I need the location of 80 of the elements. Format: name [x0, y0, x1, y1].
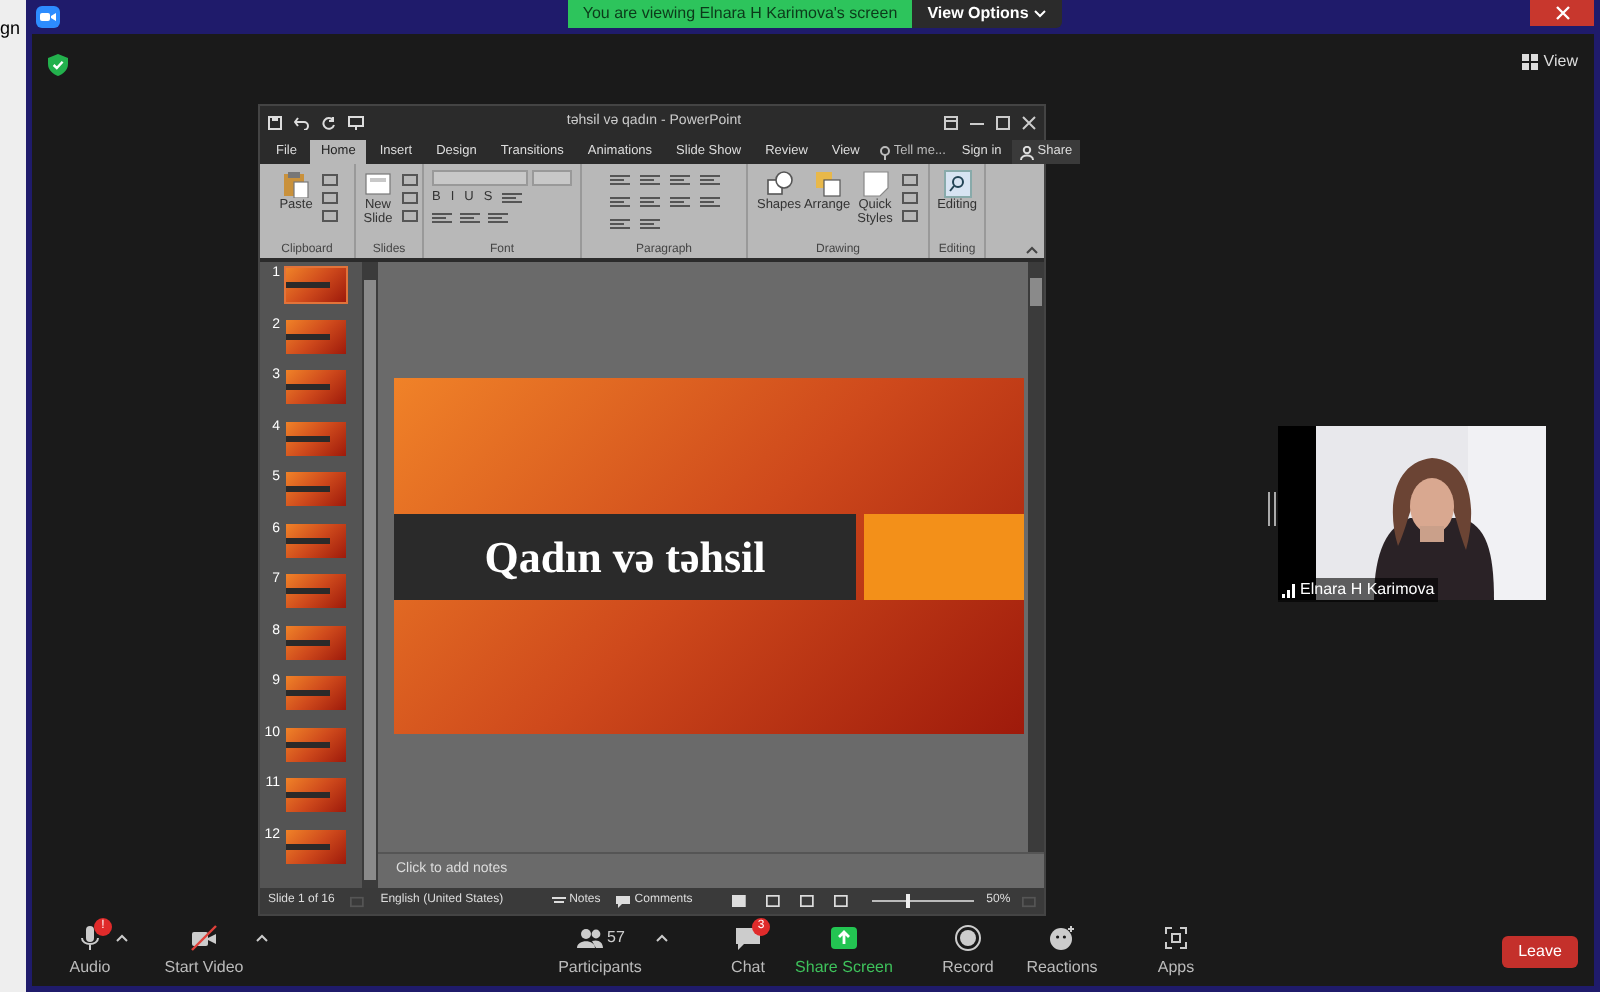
lightbulb-icon	[879, 145, 890, 159]
toolbar-button[interactable]: Apps	[1136, 924, 1216, 980]
paragraph-icon[interactable]	[699, 174, 719, 186]
leave-button[interactable]: Leave	[1502, 936, 1578, 968]
scrollbar[interactable]	[1028, 262, 1044, 852]
font-size-field[interactable]	[532, 170, 572, 186]
new-slide-icon	[364, 170, 392, 198]
signal-icon	[1282, 583, 1296, 597]
maximize-icon[interactable]	[996, 115, 1010, 129]
apps-icon	[1162, 924, 1190, 952]
toolbar-button[interactable]: Record	[928, 924, 1008, 980]
close-button[interactable]	[1530, 0, 1594, 26]
speech-bubble-icon	[734, 924, 762, 952]
paragraph-icon[interactable]	[609, 218, 629, 230]
redo-icon[interactable]	[322, 115, 336, 129]
toolbar-button[interactable]: 57 Participants	[540, 924, 660, 980]
camera-logo-icon	[36, 6, 60, 28]
slide-thumbnail[interactable]	[284, 674, 348, 712]
caret-icon[interactable]	[256, 934, 268, 942]
scrollbar[interactable]	[362, 262, 378, 888]
notes-icon	[551, 896, 566, 906]
normal-view-icon[interactable]	[732, 894, 747, 908]
paragraph-icon[interactable]	[639, 174, 659, 186]
paragraph-icon[interactable]	[699, 196, 719, 208]
paragraph-icon[interactable]	[639, 218, 659, 230]
camera-off-icon	[190, 924, 218, 952]
slide-thumbnail[interactable]	[284, 368, 348, 406]
shield-icon	[48, 54, 68, 76]
person-icon	[1019, 145, 1034, 159]
toolbar-button[interactable]: Start Video	[148, 924, 260, 980]
paragraph-icon[interactable]	[669, 174, 689, 186]
slide-thumbnail[interactable]	[284, 572, 348, 610]
spacing-icon[interactable]	[502, 192, 523, 205]
collapse-icon[interactable]	[1026, 246, 1038, 254]
search-icon	[943, 170, 971, 198]
font-name-field[interactable]	[432, 170, 528, 186]
toolbar-button[interactable]: Share Screen	[788, 924, 900, 980]
styles-icon	[861, 170, 889, 198]
clipboard-icon	[282, 170, 310, 198]
resize-handle-icon[interactable]	[1268, 492, 1276, 526]
save-icon[interactable]	[268, 115, 282, 129]
comment-icon	[616, 895, 631, 907]
caret-icon	[1034, 10, 1047, 18]
close-icon[interactable]	[1022, 115, 1036, 129]
smiley-icon	[1048, 924, 1076, 952]
slide-thumbnail[interactable]	[284, 470, 348, 508]
slide-thumbnail[interactable]	[284, 419, 348, 457]
view-options-button[interactable]: View Options	[912, 0, 1062, 28]
paragraph-icon[interactable]	[609, 196, 629, 208]
people-icon	[575, 924, 604, 952]
view-button[interactable]: View	[1521, 50, 1578, 74]
microphone-icon	[76, 924, 104, 952]
ribbon-display-icon[interactable]	[944, 115, 958, 129]
slideshow-icon[interactable]	[833, 894, 848, 908]
present-icon[interactable]	[348, 115, 364, 129]
paragraph-icon[interactable]	[669, 196, 689, 208]
slide-thumbnail[interactable]	[284, 827, 348, 865]
grid-icon	[1521, 54, 1538, 70]
record-icon	[954, 924, 982, 952]
slide-thumbnail[interactable]	[284, 317, 348, 355]
edge-text: gn	[0, 20, 23, 38]
undo-icon[interactable]	[294, 115, 310, 129]
caret-icon[interactable]	[656, 934, 668, 942]
shapes-icon	[765, 170, 793, 198]
viewing-banner: You are viewing Elnara H Karimova's screen	[568, 0, 912, 28]
caret-icon[interactable]	[116, 934, 128, 942]
slide-thumbnail[interactable]	[284, 776, 348, 814]
participant-count: 57	[607, 926, 625, 950]
paragraph-icon[interactable]	[609, 174, 629, 186]
arrange-icon	[813, 170, 841, 198]
slide-thumbnail[interactable]	[284, 725, 348, 763]
toolbar-button[interactable]: Reactions	[1016, 924, 1108, 980]
slide-thumbnail[interactable]	[284, 266, 348, 304]
paragraph-icon[interactable]	[639, 196, 659, 208]
reading-view-icon[interactable]	[800, 894, 814, 908]
slide-title: Qadın və təhsil	[484, 530, 766, 586]
slide-thumbnail[interactable]	[284, 623, 348, 661]
close-icon	[1555, 6, 1569, 20]
slide-thumbnail[interactable]	[284, 521, 348, 559]
sorter-view-icon[interactable]	[766, 894, 781, 908]
